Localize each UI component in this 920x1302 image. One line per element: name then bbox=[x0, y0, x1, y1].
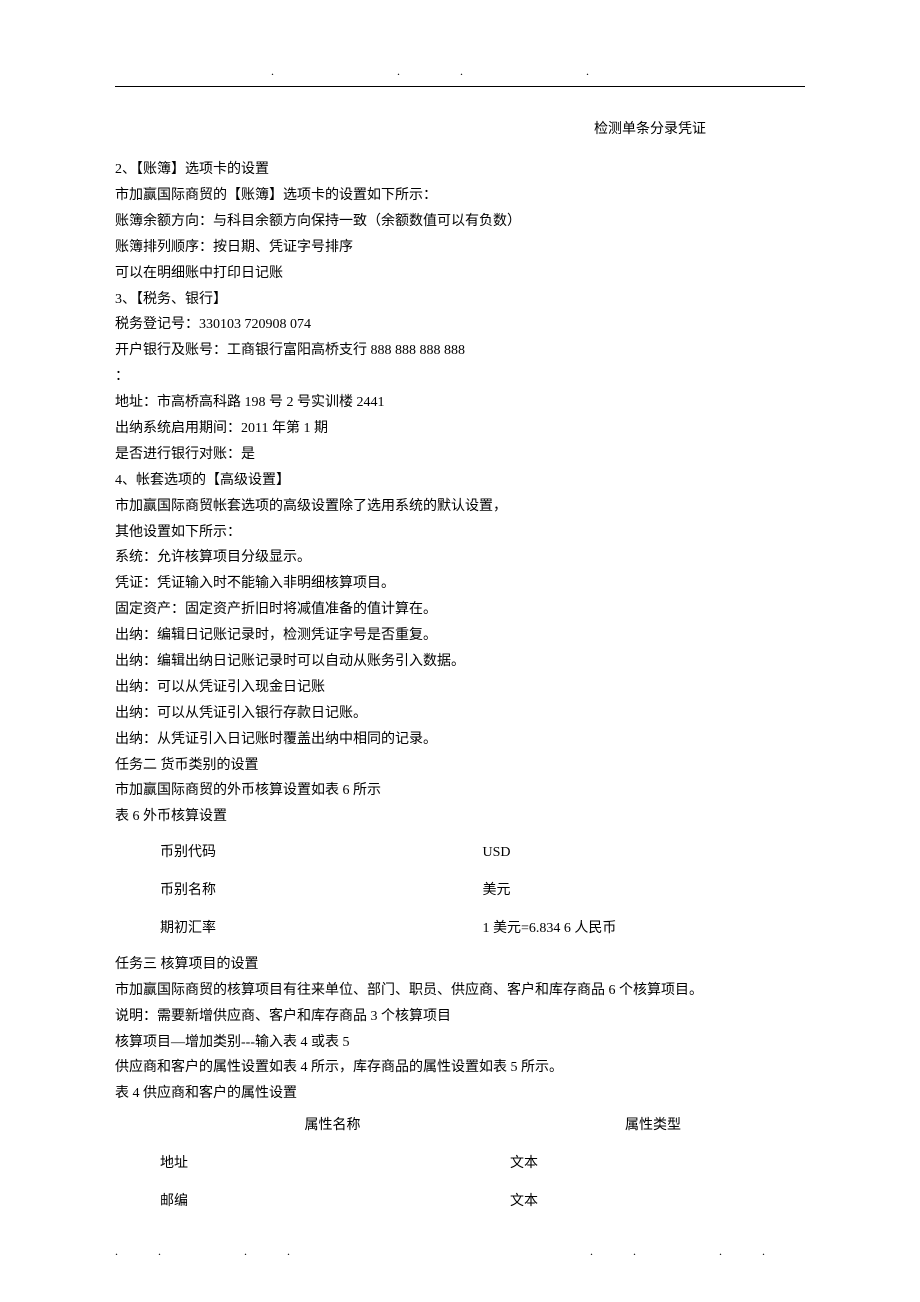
document-page: . .. . 检测单条分录凭证 2、【账簿】选项卡的设置 市加赢国际商贸的【账簿… bbox=[0, 0, 920, 1302]
text-line: 任务二 货币类别的设置 bbox=[115, 753, 805, 779]
text-line: 账簿排列顺序：按日期、凭证字号排序 bbox=[115, 235, 805, 261]
text-line: 表 4 供应商和客户的属性设置 bbox=[115, 1081, 805, 1107]
attr-type: 文本 bbox=[510, 1189, 805, 1215]
text-line: 说明：需要新增供应商、客户和库存商品 3 个核算项目 bbox=[115, 1004, 805, 1030]
attr-header-name: 属性名称 bbox=[160, 1113, 625, 1139]
currency-value: 美元 bbox=[483, 878, 806, 904]
header-dots: . .. . bbox=[115, 60, 805, 82]
attr-name: 地址 bbox=[160, 1151, 510, 1177]
text-line: 市加赢国际商贸的外币核算设置如表 6 所示 bbox=[115, 778, 805, 804]
text-line: 3、【税务、银行】 bbox=[115, 287, 805, 313]
text-line: 系统：允许核算项目分级显示。 bbox=[115, 545, 805, 571]
currency-table: 币别代码 USD 币别名称 美元 期初汇率 1 美元=6.834 6 人民币 bbox=[115, 834, 805, 948]
right-column-label: 检测单条分录凭证 bbox=[115, 117, 805, 143]
attribute-table: 属性名称 属性类型 地址 文本 邮编 文本 bbox=[115, 1107, 805, 1221]
currency-label: 期初汇率 bbox=[160, 916, 483, 942]
text-line: 开户银行及账号：工商银行富阳高桥支行 888 888 888 888 bbox=[115, 338, 805, 364]
text-line: 出纳：编辑出纳日记账记录时可以自动从账务引入数据。 bbox=[115, 649, 805, 675]
text-line: 出纳：可以从凭证引入银行存款日记账。 bbox=[115, 701, 805, 727]
attr-name: 邮编 bbox=[160, 1189, 510, 1215]
text-line: 出纳：编辑日记账记录时，检测凭证字号是否重复。 bbox=[115, 623, 805, 649]
text-line: ： bbox=[115, 364, 805, 390]
footer-dots-left: .. .. bbox=[115, 1240, 330, 1262]
text-line: 任务三 核算项目的设置 bbox=[115, 952, 805, 978]
currency-value: USD bbox=[483, 840, 806, 866]
text-line: 凭证：凭证输入时不能输入非明细核算项目。 bbox=[115, 571, 805, 597]
text-line: 出纳系统启用期间：2011 年第 1 期 bbox=[115, 416, 805, 442]
header-rule bbox=[115, 86, 805, 87]
text-line: 账簿余额方向：与科目余额方向保持一致（余额数值可以有负数） bbox=[115, 209, 805, 235]
footer-dots-right: .. .. bbox=[590, 1240, 805, 1262]
text-line: 2、【账簿】选项卡的设置 bbox=[115, 157, 805, 183]
table-row: 币别代码 USD bbox=[115, 834, 805, 872]
text-line: 固定资产：固定资产折旧时将减值准备的值计算在。 bbox=[115, 597, 805, 623]
text-line: 税务登记号：330103 720908 074 bbox=[115, 312, 805, 338]
text-line: 市加赢国际商贸的【账簿】选项卡的设置如下所示： bbox=[115, 183, 805, 209]
table-header-row: 属性名称 属性类型 bbox=[115, 1107, 805, 1145]
body-block-2: 任务三 核算项目的设置 市加赢国际商贸的核算项目有往来单位、部门、职员、供应商、… bbox=[115, 952, 805, 1107]
text-line: 出纳：可以从凭证引入现金日记账 bbox=[115, 675, 805, 701]
text-line: 核算项目—增加类别---输入表 4 或表 5 bbox=[115, 1030, 805, 1056]
text-line: 供应商和客户的属性设置如表 4 所示，库存商品的属性设置如表 5 所示。 bbox=[115, 1055, 805, 1081]
currency-label: 币别名称 bbox=[160, 878, 483, 904]
table-row: 地址 文本 bbox=[115, 1145, 805, 1183]
text-line: 市加赢国际商贸的核算项目有往来单位、部门、职员、供应商、客户和库存商品 6 个核… bbox=[115, 978, 805, 1004]
currency-value: 1 美元=6.834 6 人民币 bbox=[483, 916, 806, 942]
text-line: 可以在明细账中打印日记账 bbox=[115, 261, 805, 287]
attr-type: 文本 bbox=[510, 1151, 805, 1177]
text-line: 其他设置如下所示： bbox=[115, 520, 805, 546]
attr-header-type: 属性类型 bbox=[625, 1113, 805, 1139]
text-line: 是否进行银行对账：是 bbox=[115, 442, 805, 468]
table-row: 币别名称 美元 bbox=[115, 872, 805, 910]
text-line: 4、帐套选项的【高级设置】 bbox=[115, 468, 805, 494]
footer-dots: .. .. .. .. bbox=[115, 1240, 805, 1262]
text-line: 市加赢国际商贸帐套选项的高级设置除了选用系统的默认设置， bbox=[115, 494, 805, 520]
text-line: 地址：市高桥高科路 198 号 2 号实训楼 2441 bbox=[115, 390, 805, 416]
text-line: 表 6 外币核算设置 bbox=[115, 804, 805, 830]
text-line: 出纳：从凭证引入日记账时覆盖出纳中相同的记录。 bbox=[115, 727, 805, 753]
table-row: 期初汇率 1 美元=6.834 6 人民币 bbox=[115, 910, 805, 948]
currency-label: 币别代码 bbox=[160, 840, 483, 866]
table-row: 邮编 文本 bbox=[115, 1183, 805, 1221]
body-block-1: 2、【账簿】选项卡的设置 市加赢国际商贸的【账簿】选项卡的设置如下所示： 账簿余… bbox=[115, 157, 805, 830]
